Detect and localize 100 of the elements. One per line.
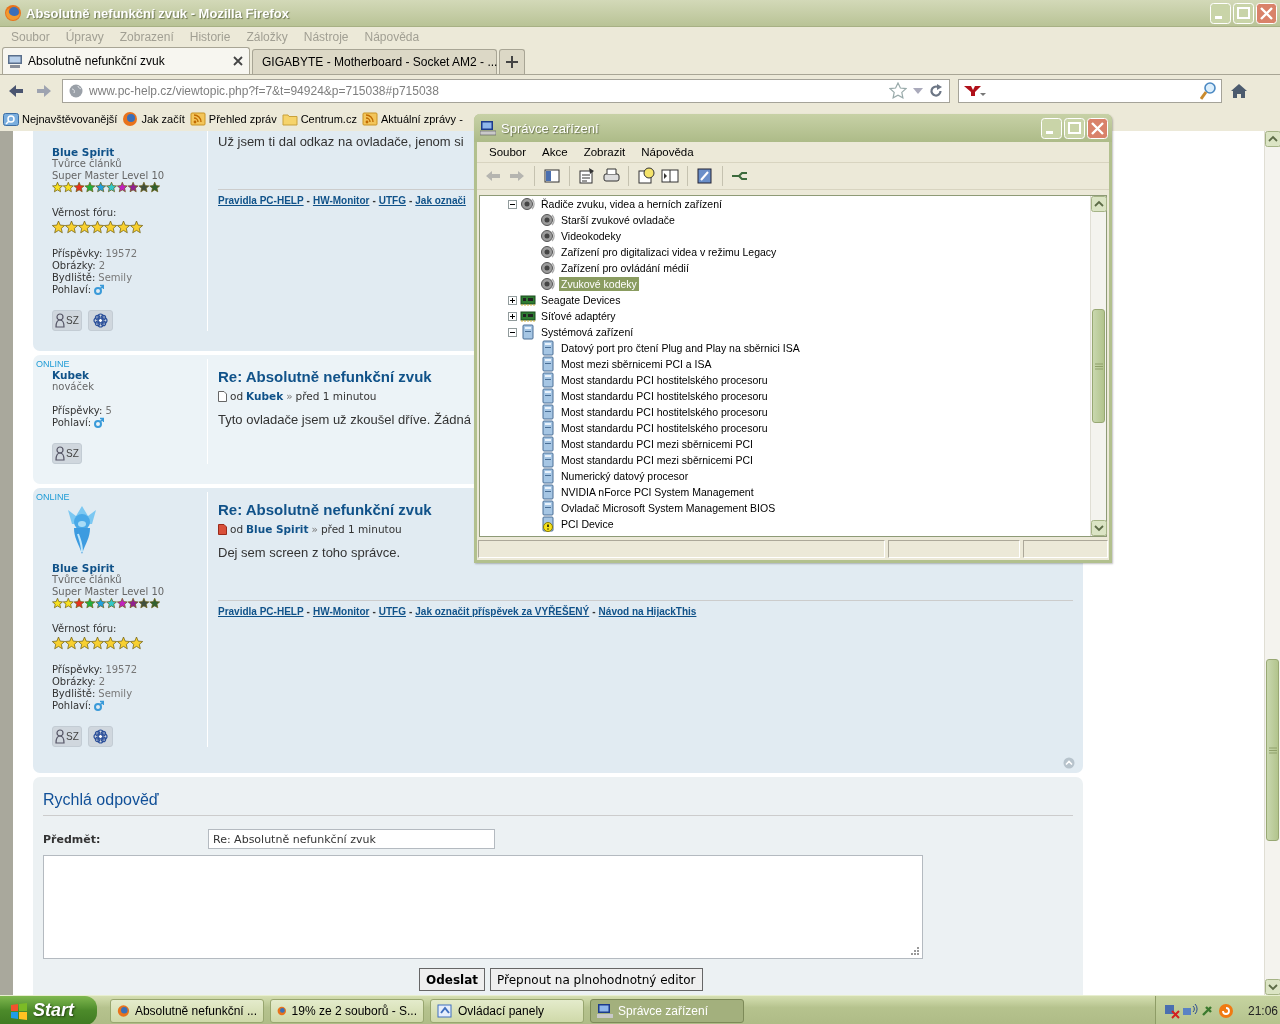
signature-link[interactable]: Pravidla PC-HELP [218, 195, 304, 206]
message-button[interactable]: SZ [52, 726, 82, 747]
subject-field[interactable]: Re: Absolutně nefunkční zvuk [208, 829, 495, 849]
tree-item[interactable]: Seagate Devices [539, 293, 623, 307]
author-link[interactable]: Kubek [246, 390, 284, 402]
collapse-icon[interactable] [507, 327, 517, 337]
scroll-up-icon[interactable] [1091, 196, 1107, 212]
signature-link[interactable]: Jak označi [415, 195, 466, 206]
computer-icon [540, 452, 556, 468]
author-name[interactable]: Kubek [52, 369, 90, 381]
browser-tab[interactable]: Absolutně nefunkční zvuk [2, 47, 250, 74]
star-icon [91, 220, 104, 234]
editor-button[interactable]: Přepnout na plnohodnotný editor [490, 968, 703, 991]
tree-item[interactable]: Starší zvukové ovladače [559, 213, 677, 227]
address-field[interactable]: www.pc-help.cz/viewtopic.php?f=7&t=94924&p=715038#p715038 [62, 78, 950, 103]
firefox-icon [117, 1002, 130, 1019]
expand-icon[interactable] [507, 311, 517, 321]
menu-item[interactable]: Nápověda [633, 146, 702, 158]
window-title: Absolutně nefunkční zvuk - Mozilla Firefox [26, 5, 290, 21]
author-name[interactable]: Blue Spirit [52, 146, 115, 158]
message-button[interactable]: SZ [52, 443, 82, 464]
scrollbar-thumb[interactable] [1266, 659, 1279, 841]
signature-link[interactable]: HW-Monitor [312, 606, 370, 617]
author-link[interactable]: Blue Spirit [246, 523, 309, 535]
tree-item[interactable]: Most standardu PCI hostitelského procesoru [559, 389, 770, 403]
home-icon[interactable] [1230, 81, 1248, 100]
tree-item[interactable]: Videokodeky [559, 229, 623, 243]
taskbar-button[interactable]: 19% ze 2 souborů - S... [270, 998, 424, 1023]
tree-item[interactable]: Systémová zařízení [539, 325, 636, 339]
male-icon [94, 417, 105, 428]
stat-label: Příspěvky: [52, 664, 103, 676]
post-title[interactable]: Re: Absolutně nefunkční zvuk [218, 501, 432, 518]
help-icon[interactable] [636, 166, 656, 186]
scroll-down-icon[interactable] [1091, 520, 1107, 536]
grip-icon [1268, 746, 1277, 754]
tree-item[interactable]: Ovladač Microsoft System Management BIOS [559, 501, 778, 515]
scroll-up-icon[interactable] [1265, 131, 1280, 147]
tree-item[interactable]: Most standardu PCI hostitelského procesoru [559, 405, 770, 419]
console-tree-icon[interactable] [542, 166, 562, 186]
tree-item[interactable]: Numerický datový procesor [559, 469, 691, 483]
window-title: Správce zařízení [501, 120, 600, 136]
start-button[interactable]: Start [0, 996, 97, 1024]
panel-icon[interactable] [660, 166, 680, 186]
signature-link[interactable]: Jak označit příspěvek za VYŘEŠENÝ [415, 606, 590, 617]
message-field[interactable] [43, 855, 923, 959]
menu-item[interactable]: Zobrazit [575, 146, 634, 158]
firefox-icon [4, 4, 22, 22]
bookmark-item[interactable]: Nejnavštěvovanější [3, 110, 118, 127]
tree-item[interactable]: Most standardu PCI hostitelského procesoru [559, 421, 770, 435]
scan-hardware-icon[interactable] [695, 166, 715, 186]
scroll-down-icon[interactable] [1265, 979, 1280, 995]
search-icon[interactable] [1200, 81, 1216, 100]
network-error-icon[interactable] [1164, 1002, 1180, 1019]
signature-link[interactable]: Návod na HijackThis [598, 606, 697, 617]
signature-link[interactable]: UTFG [378, 195, 406, 206]
signature-link[interactable]: Pravidla PC-HELP [218, 606, 304, 617]
tree-item[interactable]: Zařízení pro digitalizaci videa v režimu Legacy [559, 245, 779, 259]
stat-value: 19572 [105, 664, 138, 676]
message-button[interactable]: SZ [52, 310, 82, 331]
post-title[interactable]: Re: Absolutně nefunkční zvuk [218, 368, 432, 385]
reload-icon [929, 83, 943, 98]
tree-item[interactable]: Síťové adaptéry [539, 309, 618, 323]
submit-button[interactable]: Odeslat [419, 968, 486, 991]
flower-button[interactable] [87, 726, 113, 747]
star-icon [130, 636, 143, 650]
tree-item[interactable]: Most mezi sběrnicemi PCI a ISA [559, 357, 714, 371]
menu-item[interactable]: Soubor [481, 146, 535, 158]
collapse-icon[interactable] [507, 199, 517, 209]
expand-icon[interactable] [507, 295, 517, 305]
star-icon [91, 636, 104, 650]
tree-item[interactable]: PCI Device [559, 517, 616, 531]
tree-item[interactable]: Most standardu PCI mezi sběrnicemi PCI [559, 453, 755, 467]
signature-link[interactable]: UTFG [378, 606, 406, 617]
taskbar-button[interactable]: Ovládací panely [430, 998, 584, 1023]
scrollbar-thumb[interactable] [1092, 309, 1105, 423]
taskbar-button[interactable]: Absolutně nefunkční ... [110, 998, 264, 1023]
flower-button[interactable] [87, 310, 113, 331]
search-field[interactable] [958, 78, 1222, 103]
tree-item[interactable]: NVIDIA nForce PCI System Management [559, 485, 756, 499]
close-button[interactable] [1256, 2, 1277, 24]
close-button[interactable] [1087, 117, 1108, 139]
menu-item[interactable]: Akce [534, 146, 576, 158]
browser-tab[interactable]: GIGABYTE - Motherboard - Socket AM2 - ... [252, 49, 497, 74]
tree-item[interactable]: Zařízení pro ovládání médií [559, 261, 691, 275]
signature-link[interactable]: HW-Monitor [312, 195, 370, 206]
bookmark-item[interactable]: Jak začít [122, 110, 185, 127]
new-tab-button[interactable] [499, 49, 525, 74]
tree-item[interactable]: Řadiče zvuku, videa a herních zařízení [539, 197, 724, 211]
bookmark-item[interactable]: Aktuální zprávy - [361, 110, 463, 127]
author-name[interactable]: Blue Spirit [52, 562, 115, 574]
update-icon[interactable] [1218, 1002, 1234, 1019]
tree-item[interactable]: Most standardu PCI hostitelského procesoru [559, 373, 770, 387]
close-icon[interactable] [233, 56, 243, 66]
tree-item[interactable]: Datový port pro čtení Plug and Play na sběrnici ISA [559, 341, 802, 355]
bookmark-item[interactable]: Přehled zpráv [189, 110, 277, 127]
tree-item[interactable]: Most standardu PCI mezi sběrnicemi PCI [559, 437, 755, 451]
resize-grip-icon[interactable] [911, 947, 919, 955]
bookmark-item[interactable]: Centrum.cz [281, 110, 357, 127]
star-icon [104, 220, 117, 234]
computer-icon [540, 436, 556, 452]
